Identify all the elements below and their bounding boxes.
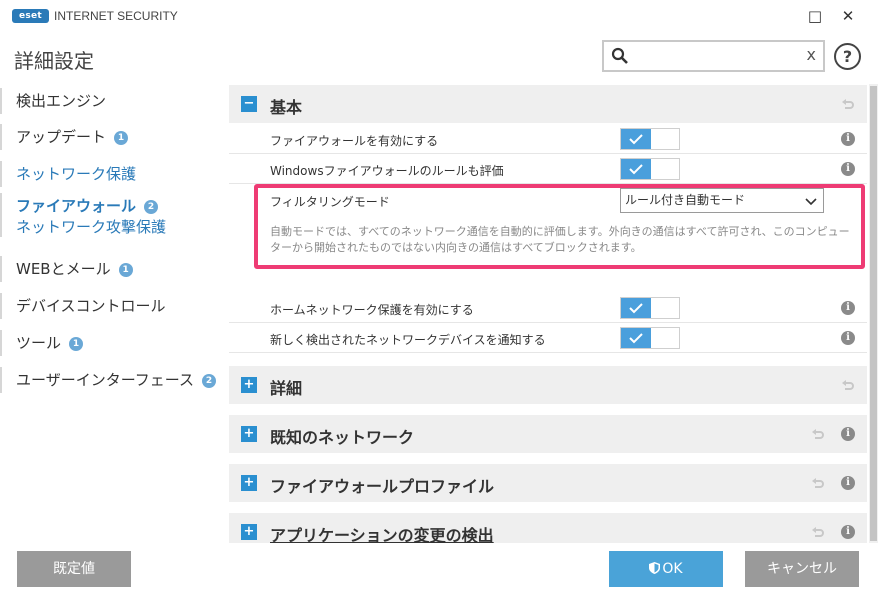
sidebar-item-label: WEBとメール (16, 260, 111, 278)
cancel-button[interactable]: キャンセル (745, 551, 859, 587)
page-title: 詳細設定 (14, 49, 94, 73)
expand-icon[interactable]: + (241, 426, 257, 442)
sidebar-item-detection-engine[interactable]: 検出エンジン (0, 88, 218, 114)
sidebar-item-label: ネットワーク攻撃保護 (16, 218, 167, 236)
sidebar-item-label: ネットワーク保護 (16, 165, 137, 183)
scrollbar[interactable] (869, 84, 878, 543)
checkmark-icon (629, 134, 643, 145)
expand-icon[interactable]: + (241, 524, 257, 540)
sidebar-item-network-protection[interactable]: ネットワーク保護 (0, 161, 218, 187)
search-input[interactable]: x (602, 40, 825, 72)
sidebar-item-device-control[interactable]: デバイスコントロール (0, 293, 218, 319)
collapse-icon[interactable]: − (241, 96, 257, 112)
info-icon[interactable]: i (841, 525, 855, 539)
ok-button[interactable]: OK (609, 551, 723, 587)
shield-icon (649, 562, 661, 574)
sidebar-item-label: 検出エンジン (16, 92, 107, 110)
ok-label: OK (662, 561, 683, 577)
info-icon[interactable]: i (841, 427, 855, 441)
checkmark-icon (629, 333, 643, 344)
section-firewall-profiles[interactable]: + ファイアウォールプロファイル i (229, 464, 867, 502)
highlight-annotation (254, 184, 865, 269)
checkmark-icon (629, 164, 643, 175)
sidebar-badge: 1 (69, 337, 84, 351)
sidebar-item-tools[interactable]: ツール 1 (0, 330, 218, 356)
section-application-change-detection[interactable]: + アプリケーションの変更の検出 i (229, 513, 867, 543)
app-title: INTERNET SECURITY (54, 9, 178, 23)
revert-icon[interactable] (811, 427, 825, 441)
setting-label: ホームネットワーク保護を有効にする (270, 303, 474, 317)
toggle-on-indicator (621, 159, 651, 179)
info-icon[interactable]: i (841, 301, 855, 315)
sidebar-item-label: ツール (16, 334, 62, 352)
notify-new-devices-toggle[interactable] (620, 327, 680, 349)
eset-logo: eset (12, 9, 49, 23)
info-icon[interactable]: i (841, 331, 855, 345)
sidebar-item-firewall[interactable]: ファイアウォール 2 (0, 193, 218, 219)
default-button[interactable]: 既定値 (17, 551, 131, 587)
setting-row-notify-new-devices: 新しく検出されたネットワークデバイスを通知する i (229, 323, 867, 353)
sidebar-item-network-attack-protection[interactable]: ネットワーク攻撃保護 (0, 217, 218, 237)
sidebar-badge: 1 (118, 263, 133, 277)
title-bar: eset INTERNET SECURITY □ ✕ (0, 0, 878, 32)
help-button[interactable]: ? (834, 43, 861, 70)
scrollbar-thumb[interactable] (870, 86, 877, 541)
sidebar-badge: 2 (144, 200, 159, 214)
home-network-protection-toggle[interactable] (620, 297, 680, 319)
section-title: ファイアウォールプロファイル (270, 477, 495, 496)
info-icon[interactable]: i (841, 476, 855, 490)
toggle-on-indicator (621, 298, 651, 318)
section-advanced[interactable]: + 詳細 (229, 366, 867, 404)
section-title: アプリケーションの変更の検出 (270, 526, 494, 543)
close-button[interactable]: ✕ (833, 4, 863, 28)
info-icon[interactable]: i (841, 132, 855, 146)
windows-firewall-rules-toggle[interactable] (620, 158, 680, 180)
maximize-button[interactable]: □ (800, 4, 830, 28)
sidebar-item-label: アップデート (16, 128, 107, 146)
sidebar-item-web-and-email[interactable]: WEBとメール 1 (0, 256, 218, 282)
enable-firewall-toggle[interactable] (620, 128, 680, 150)
expand-icon[interactable]: + (241, 475, 257, 491)
section-basic[interactable]: − 基本 (229, 85, 867, 123)
sidebar-item-label: ユーザーインターフェース (16, 371, 195, 389)
setting-label: Windowsファイアウォールのルールも評価 (270, 164, 504, 178)
expand-icon[interactable]: + (241, 377, 257, 393)
revert-icon[interactable] (841, 97, 855, 111)
section-title: 既知のネットワーク (270, 428, 415, 447)
section-title: 詳細 (270, 379, 303, 398)
checkmark-icon (629, 303, 643, 314)
settings-panel: − 基本 ファイアウォールを有効にする i Windowsファイアウォールのルー… (229, 84, 869, 543)
search-clear-button[interactable]: x (807, 45, 816, 64)
setting-label: ファイアウォールを有効にする (270, 134, 439, 148)
info-icon[interactable]: i (841, 162, 855, 176)
sidebar-item-update[interactable]: アップデート 1 (0, 124, 218, 150)
sidebar-item-label: デバイスコントロール (16, 297, 166, 315)
setting-row-home-network-protection: ホームネットワーク保護を有効にする i (229, 293, 867, 323)
section-known-networks[interactable]: + 既知のネットワーク i (229, 415, 867, 453)
toggle-on-indicator (621, 129, 651, 149)
revert-icon[interactable] (811, 525, 825, 539)
revert-icon[interactable] (841, 378, 855, 392)
revert-icon[interactable] (811, 476, 825, 490)
search-icon (611, 47, 628, 64)
toggle-on-indicator (621, 328, 651, 348)
section-title: 基本 (270, 98, 303, 117)
sidebar-item-label: ファイアウォール (16, 197, 137, 215)
sidebar-badge: 2 (202, 374, 217, 388)
sidebar-badge: 1 (114, 131, 129, 145)
setting-row-enable-firewall: ファイアウォールを有効にする i (229, 124, 867, 154)
sidebar-item-user-interface[interactable]: ユーザーインターフェース 2 (0, 367, 218, 393)
setting-label: 新しく検出されたネットワークデバイスを通知する (270, 333, 546, 347)
setting-row-windows-firewall-rules: Windowsファイアウォールのルールも評価 i (229, 154, 867, 184)
